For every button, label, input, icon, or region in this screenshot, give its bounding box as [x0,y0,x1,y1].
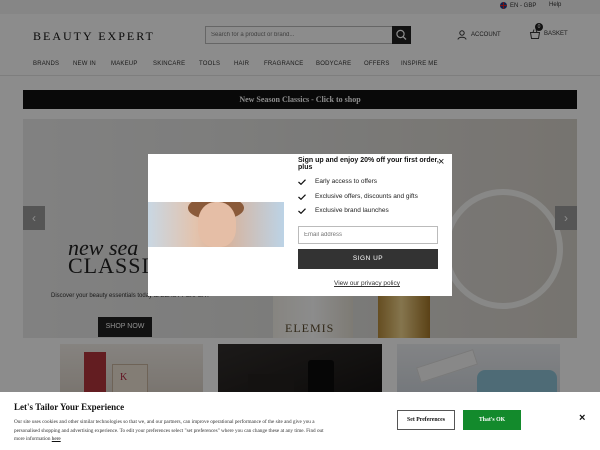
cookie-title: Let's Tailor Your Experience [14,402,125,412]
checkmark-icon [298,178,306,185]
privacy-policy-link[interactable]: View our privacy policy [334,280,400,287]
benefit-label: Early access to offers [315,178,378,185]
modal-close-button[interactable]: × [438,157,444,168]
modal-title: Sign up and enjoy 20% off your first ord… [298,157,439,171]
model-face [198,202,236,247]
cookie-text: Our site uses cookies and other similar … [14,418,334,444]
benefit-label: Exclusive brand launches [315,207,389,214]
cookie-close-button[interactable]: × [579,413,585,424]
benefit-label: Exclusive offers, discounts and gifts [315,193,418,200]
email-field[interactable] [298,226,438,244]
set-preferences-button[interactable]: Set Preferences [397,410,455,430]
modal-model-photo [148,202,284,247]
newsletter-modal: Sign up and enjoy 20% off your first ord… [148,154,452,296]
accept-cookies-button[interactable]: That's OK [463,410,521,430]
benefit-item: Exclusive offers, discounts and gifts [298,193,418,200]
cookie-more-info-link[interactable]: here [52,436,61,442]
sign-up-button[interactable]: SIGN UP [298,249,438,269]
cookie-banner: Let's Tailor Your Experience Our site us… [0,392,600,450]
benefit-item: Exclusive brand launches [298,207,389,214]
checkmark-icon [298,207,306,214]
benefit-item: Early access to offers [298,178,377,185]
checkmark-icon [298,193,306,200]
